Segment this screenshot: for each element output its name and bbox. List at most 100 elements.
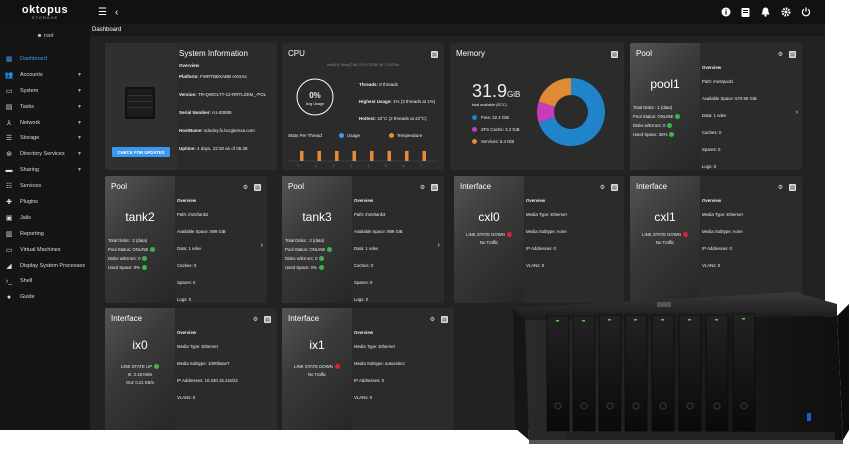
info-icon[interactable] [720, 6, 731, 17]
link-state: LINK STATE UP [120, 364, 153, 369]
pool-status-row: Pool Status: ONLINE [285, 247, 333, 253]
gear-icon[interactable]: ⚙ [252, 316, 259, 323]
power-icon[interactable] [800, 6, 811, 17]
pool-image: pool1 Total Disks : 1 (data) Pool Status… [630, 43, 700, 170]
gear-icon[interactable]: ⚙ [242, 184, 249, 191]
pool-logs: Logs: 0 [354, 297, 369, 302]
gear-icon[interactable]: ⚙ [777, 184, 784, 191]
pool-status: Pool Status: ONLINE [633, 114, 674, 119]
pool-errors-row: Disks w/Errors: 0 [285, 256, 325, 262]
ip-addresses: IP Addresses: 0 [354, 378, 385, 383]
media-type: Media Type: Ethernet [354, 344, 395, 349]
thread-tick-label: 2 [333, 164, 335, 168]
sidebar-item-directory-services[interactable]: ⊛ Directory Services ▼ [0, 146, 90, 162]
interface-card-ix1: ix1 LINK STATE DOWN No Traffic Interface… [282, 308, 454, 430]
sharing-icon: ▬ [5, 166, 13, 174]
sidebar-item-plugins[interactable]: ✚ Plugins [0, 194, 90, 210]
sidebar-item-label: Dashboard [20, 55, 47, 62]
pool-logs: Logs: 0 [702, 164, 717, 169]
gear-icon[interactable]: ⚙ [429, 316, 436, 323]
gear-icon[interactable] [780, 6, 791, 17]
version-row: Version: TR-QWOLTT-12-RRTLZEM_-POL [179, 92, 266, 97]
chart-icon[interactable]: ▤ [431, 184, 438, 191]
link-state-row: LINK STATE DOWN [282, 364, 352, 370]
legend-label: ZFS Cache: 3.2 GiB [481, 127, 520, 132]
sidebar-item-jails[interactable]: ▣ Jails [0, 210, 90, 226]
overview-label: Overview [702, 198, 722, 203]
sidebar-item-dashboard[interactable]: ▦ Dashboard [0, 51, 90, 67]
sidebar-item-accounts[interactable]: 👥 Accounts ▼ [0, 67, 90, 83]
chevron-right-icon[interactable]: › [438, 242, 440, 249]
threads-row: Threads: 8 threads [359, 82, 398, 87]
gear-icon[interactable]: ⚙ [599, 184, 606, 191]
chart-icon[interactable]: ▤ [611, 51, 618, 58]
vlans: VLANs: 0 [354, 395, 373, 400]
sidebar-item-storage[interactable]: ☰ Storage ▼ [0, 130, 90, 146]
chart-icon[interactable]: ▤ [789, 51, 796, 58]
status-ok-icon [327, 247, 333, 253]
interface-card-cxl0: cxl0 LINK STATE DOWN No Traffic Interfac… [454, 176, 624, 303]
memory-legend-item: Free: 22.4 GiB [472, 115, 509, 121]
chevron-right-icon[interactable]: › [261, 242, 263, 249]
interface-image: cxl0 LINK STATE DOWN No Traffic [454, 176, 524, 303]
clipboard-icon[interactable] [740, 6, 751, 17]
sidebar-item-network[interactable]: ⅄ Network ▼ [0, 115, 90, 131]
sidebar-item-services[interactable]: ☷ Services [0, 178, 90, 194]
link-down-icon [506, 232, 512, 238]
tasks-icon: ▤ [5, 103, 13, 111]
legend-label: Free: 22.4 GiB [481, 115, 509, 120]
sidebar-item-system[interactable]: ▭ System ▼ [0, 83, 90, 99]
chart-icon[interactable]: ▤ [611, 184, 618, 191]
status-ok-icon [667, 123, 673, 129]
logo[interactable]: oktopus STORAGE [0, 4, 90, 20]
highest-usage-label: Highest Usage: [359, 99, 392, 104]
sidebar-item-shell[interactable]: ›_ Shell [0, 273, 90, 289]
sidebar-item-sharing[interactable]: ▬ Sharing ▼ [0, 162, 90, 178]
system-info-title: System Information [179, 49, 248, 58]
chart-icon[interactable]: ▤ [789, 184, 796, 191]
pool-status: Pool Status: ONLINE [108, 247, 149, 252]
ip-addresses: IP Addresses: 0 [526, 246, 557, 251]
chart-icon[interactable]: ▤ [254, 184, 261, 191]
media-subtype: Media Subtype: autoselect [354, 361, 405, 366]
platform-row: Platform: FWRTBBXABB AXGAx [179, 74, 247, 79]
vlans: VLANs: 0 [526, 263, 545, 268]
memory-donut-chart [537, 78, 605, 146]
sidebar-item-guide[interactable]: ● Guide [0, 289, 90, 305]
user-label[interactable]: ☻ root [0, 24, 90, 51]
serial-label: Serial Number: [179, 110, 212, 115]
threads-label: Threads: [359, 82, 379, 87]
link-state: LINK STATE DOWN [294, 364, 333, 369]
pool-used: Used Space: 0% [108, 265, 141, 270]
status-ok-icon [319, 256, 325, 262]
gear-icon[interactable]: ⚙ [419, 184, 426, 191]
sidebar-item-reporting[interactable]: ▥ Reporting [0, 226, 90, 242]
menu-icon[interactable]: ☰ [98, 7, 107, 18]
server-image: CHECK FOR UPDATES [105, 43, 177, 170]
pool-path: Path: /mnt/tank3 [354, 212, 386, 217]
pool-card-tank3: tank3 Total Disks : 2 (data) Pool Status… [282, 176, 444, 303]
thread-temperature-bar [387, 150, 391, 161]
bell-icon[interactable] [760, 6, 771, 17]
sidebar-item-virtual-machines[interactable]: ▭ Virtual Machines [0, 242, 90, 258]
pool-card-pool1: pool1 Total Disks : 1 (data) Pool Status… [630, 43, 802, 170]
chart-icon[interactable]: ▤ [431, 51, 438, 58]
pool-total-disks: Total Disks : 2 (data) [285, 238, 325, 243]
legend-temperature: Temperature [389, 133, 422, 139]
platform-value: FWRTBBXABB AXGAx [200, 74, 247, 79]
sidebar-item-display-system-processes[interactable]: ◢ Display System Processes [0, 258, 90, 274]
chart-icon[interactable]: ▤ [441, 316, 448, 323]
threads-value: 8 threads [379, 82, 399, 87]
chevron-left-icon[interactable]: ‹ [115, 7, 118, 18]
chevron-right-icon[interactable]: › [796, 109, 798, 116]
chart-icon[interactable]: ▤ [264, 316, 271, 323]
pool-total-disks: Total Disks : 2 (data) [108, 238, 148, 243]
gear-icon[interactable]: ⚙ [777, 51, 784, 58]
sidebar-item-label: Plugins [20, 198, 39, 205]
caret-down-icon: ▼ [77, 151, 82, 158]
username: root [43, 33, 54, 39]
thread-tick-label: 1 [315, 164, 317, 168]
sidebar-item-label: Virtual Machines [20, 246, 61, 253]
sidebar-item-tasks[interactable]: ▤ Tasks ▼ [0, 99, 90, 115]
check-for-updates-button[interactable]: CHECK FOR UPDATES [112, 147, 170, 157]
